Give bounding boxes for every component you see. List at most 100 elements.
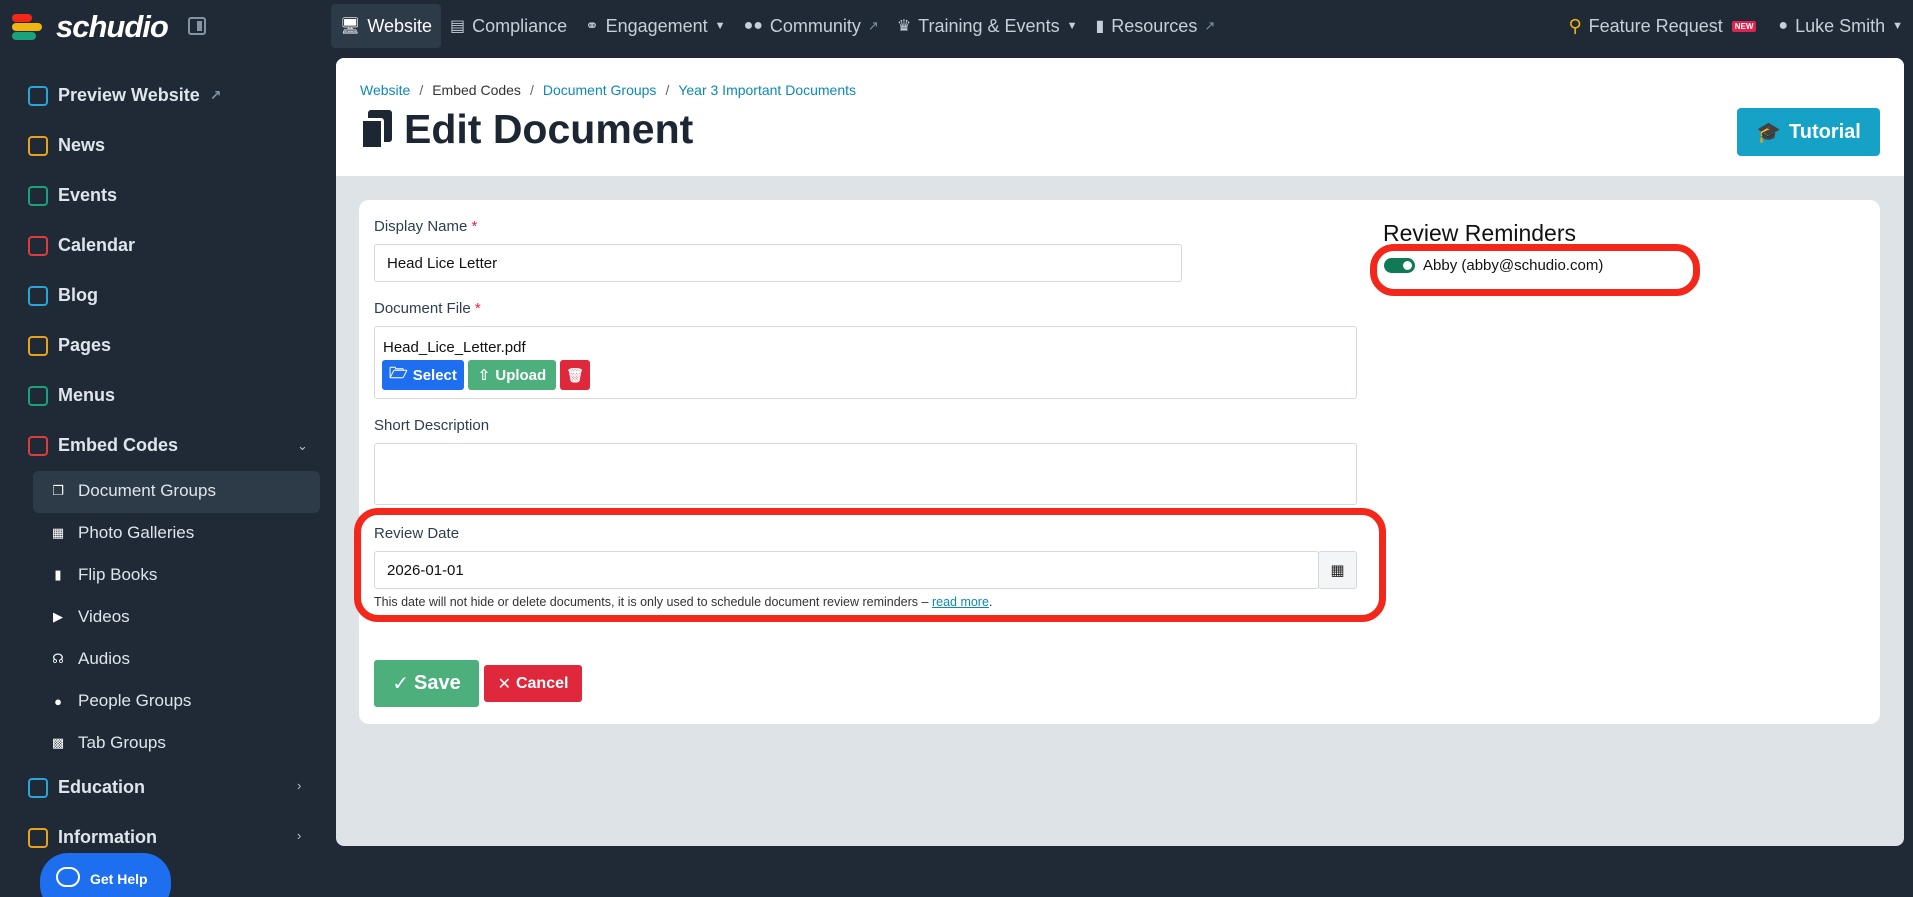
chevron-down-icon[interactable]: ⌄: [297, 438, 308, 454]
external-link-icon: ↗: [209, 87, 222, 103]
graduation-cap-icon: [28, 777, 48, 798]
breadcrumb-year-3[interactable]: Year 3 Important Documents: [678, 82, 856, 98]
feature-request-link[interactable]: ⚲ Feature Request NEW: [1568, 4, 1757, 48]
file-name: Head_Lice_Letter.pdf: [383, 339, 526, 356]
headphones-icon: ☊: [52, 651, 64, 666]
display-name-label: Display Name *: [374, 218, 478, 235]
review-date-highlight: [354, 508, 1386, 622]
copy-icon: ❐: [52, 483, 64, 498]
sidebar-item-blog[interactable]: Blog: [28, 285, 98, 306]
menus-icon: [28, 385, 48, 406]
nav-training-events[interactable]: ♛ Training & Events ▼: [888, 4, 1087, 48]
file-icon: ▮: [1095, 18, 1105, 35]
sidebar-item-events[interactable]: Events: [28, 185, 117, 206]
page-header: Website / Embed Codes / Document Groups …: [336, 58, 1904, 176]
breadcrumb: Website / Embed Codes / Document Groups …: [360, 82, 857, 98]
book-icon: ▮: [54, 567, 62, 582]
sidebar-item-calendar[interactable]: Calendar: [28, 235, 135, 256]
handshake-icon: ⚭: [585, 18, 599, 35]
chevron-down-icon: ▼: [1892, 20, 1903, 32]
logo-mark-icon: [12, 12, 48, 42]
cancel-button[interactable]: ✕ Cancel: [484, 665, 582, 702]
short-description-textarea[interactable]: [374, 443, 1357, 505]
preview-icon: [28, 85, 48, 106]
blog-icon: [28, 285, 48, 306]
user-menu[interactable]: ● Luke Smith ▼: [1778, 4, 1903, 48]
sidebar: Preview Website ↗ News Events Calendar B…: [0, 50, 335, 897]
review-reminders-title: Review Reminders: [1383, 220, 1577, 246]
brand-name: schudio: [56, 9, 169, 44]
nav-community[interactable]: ●● Community ↗: [735, 4, 888, 48]
clipboard-icon: ▤: [450, 18, 466, 35]
new-badge: NEW: [1731, 20, 1757, 32]
chevron-right-icon[interactable]: ›: [297, 828, 301, 843]
tutorial-button[interactable]: 🎓 Tutorial: [1737, 108, 1880, 156]
sidebar-item-information[interactable]: Information: [28, 827, 157, 848]
sidebar-item-preview-website[interactable]: Preview Website ↗: [28, 85, 221, 106]
main-nav: 🖥 Website ▤ Compliance ⚭ Engagement ▼ ●●…: [331, 4, 1224, 48]
chevron-down-icon: ▼: [1066, 20, 1078, 32]
top-bar: schudio 🖥 Website ▤ Compliance ⚭ Engagem…: [0, 0, 1913, 50]
video-icon: ▶: [53, 609, 63, 624]
breadcrumb-website[interactable]: Website: [360, 82, 410, 98]
breadcrumb-embed-codes: Embed Codes: [432, 82, 521, 98]
sitemap-icon: ▩: [51, 735, 65, 750]
monitor-icon: 🖥: [340, 18, 361, 35]
check-icon: ✓: [392, 673, 410, 695]
nav-compliance[interactable]: ▤ Compliance: [441, 4, 576, 48]
user-nav: ⚲ Feature Request NEW ● Luke Smith ▼: [1568, 4, 1903, 48]
external-link-icon: ↗: [1204, 18, 1216, 33]
chevron-right-icon[interactable]: ›: [297, 778, 301, 793]
graduation-cap-icon: 🎓: [1756, 121, 1782, 144]
breadcrumb-document-groups[interactable]: Document Groups: [543, 82, 657, 98]
sidebar-item-videos[interactable]: ▶ Videos: [50, 607, 130, 627]
lightbulb-icon: ⚲: [1568, 15, 1582, 36]
select-file-button[interactable]: 🗁 Select: [382, 360, 464, 390]
close-icon: ✕: [497, 675, 511, 693]
get-help-button[interactable]: Get Help: [40, 853, 171, 897]
trophy-icon: ♛: [896, 18, 912, 35]
edit-document-form: Display Name * Head Lice Letter Document…: [354, 200, 1880, 724]
users-icon: ●●: [743, 17, 763, 34]
image-icon: ▦: [51, 525, 65, 540]
folder-open-icon: 🗁: [389, 364, 408, 382]
user-avatar-icon: ●: [1778, 17, 1789, 34]
nav-engagement[interactable]: ⚭ Engagement ▼: [576, 4, 734, 48]
reminder-highlight: [1370, 244, 1700, 296]
sidebar-item-tab-groups[interactable]: ▩ Tab Groups: [50, 733, 166, 753]
sidebar-item-education[interactable]: Education: [28, 777, 145, 798]
sidebar-item-embed-codes[interactable]: Embed Codes: [28, 435, 178, 456]
sidebar-item-pages[interactable]: Pages: [28, 335, 111, 356]
calendar-icon: [28, 235, 48, 256]
upload-file-button[interactable]: ⇧ Upload: [468, 360, 556, 390]
people-icon: ●: [54, 693, 62, 709]
nav-website[interactable]: 🖥 Website: [331, 4, 442, 48]
page-title: Edit Document: [360, 106, 693, 153]
sidebar-item-audios[interactable]: ☊ Audios: [50, 649, 130, 669]
sidebar-item-menus[interactable]: Menus: [28, 385, 115, 406]
code-icon: [28, 435, 48, 456]
sidebar-item-photo-galleries[interactable]: ▦ Photo Galleries: [50, 523, 194, 543]
sidebar-toggle-icon[interactable]: [188, 17, 206, 35]
sidebar-item-flip-books[interactable]: ▮ Flip Books: [50, 565, 157, 585]
short-description-label: Short Description: [374, 417, 490, 434]
main-panel: Website / Embed Codes / Document Groups …: [336, 58, 1904, 846]
sidebar-item-news[interactable]: News: [28, 135, 105, 156]
sidebar-item-document-groups[interactable]: ❐ Document Groups: [50, 481, 216, 501]
copy-icon: [360, 109, 392, 150]
events-icon: [28, 185, 48, 206]
nav-resources[interactable]: ▮ Resources ↗: [1086, 4, 1224, 48]
delete-file-button[interactable]: 🗑: [560, 360, 590, 390]
sidebar-item-people-groups[interactable]: ● People Groups: [50, 691, 191, 711]
chat-bubble-icon: [56, 867, 80, 887]
upload-icon: ⇧: [477, 367, 491, 384]
display-name-input[interactable]: Head Lice Letter: [374, 244, 1182, 282]
news-icon: [28, 135, 48, 156]
trash-icon: 🗑: [566, 366, 584, 383]
chevron-down-icon: ▼: [714, 20, 726, 32]
external-link-icon: ↗: [867, 18, 879, 33]
save-button[interactable]: ✓ Save: [374, 660, 479, 707]
document-file-label: Document File *: [374, 300, 481, 317]
schudio-logo[interactable]: schudio: [12, 9, 169, 45]
pages-icon: [28, 335, 48, 356]
